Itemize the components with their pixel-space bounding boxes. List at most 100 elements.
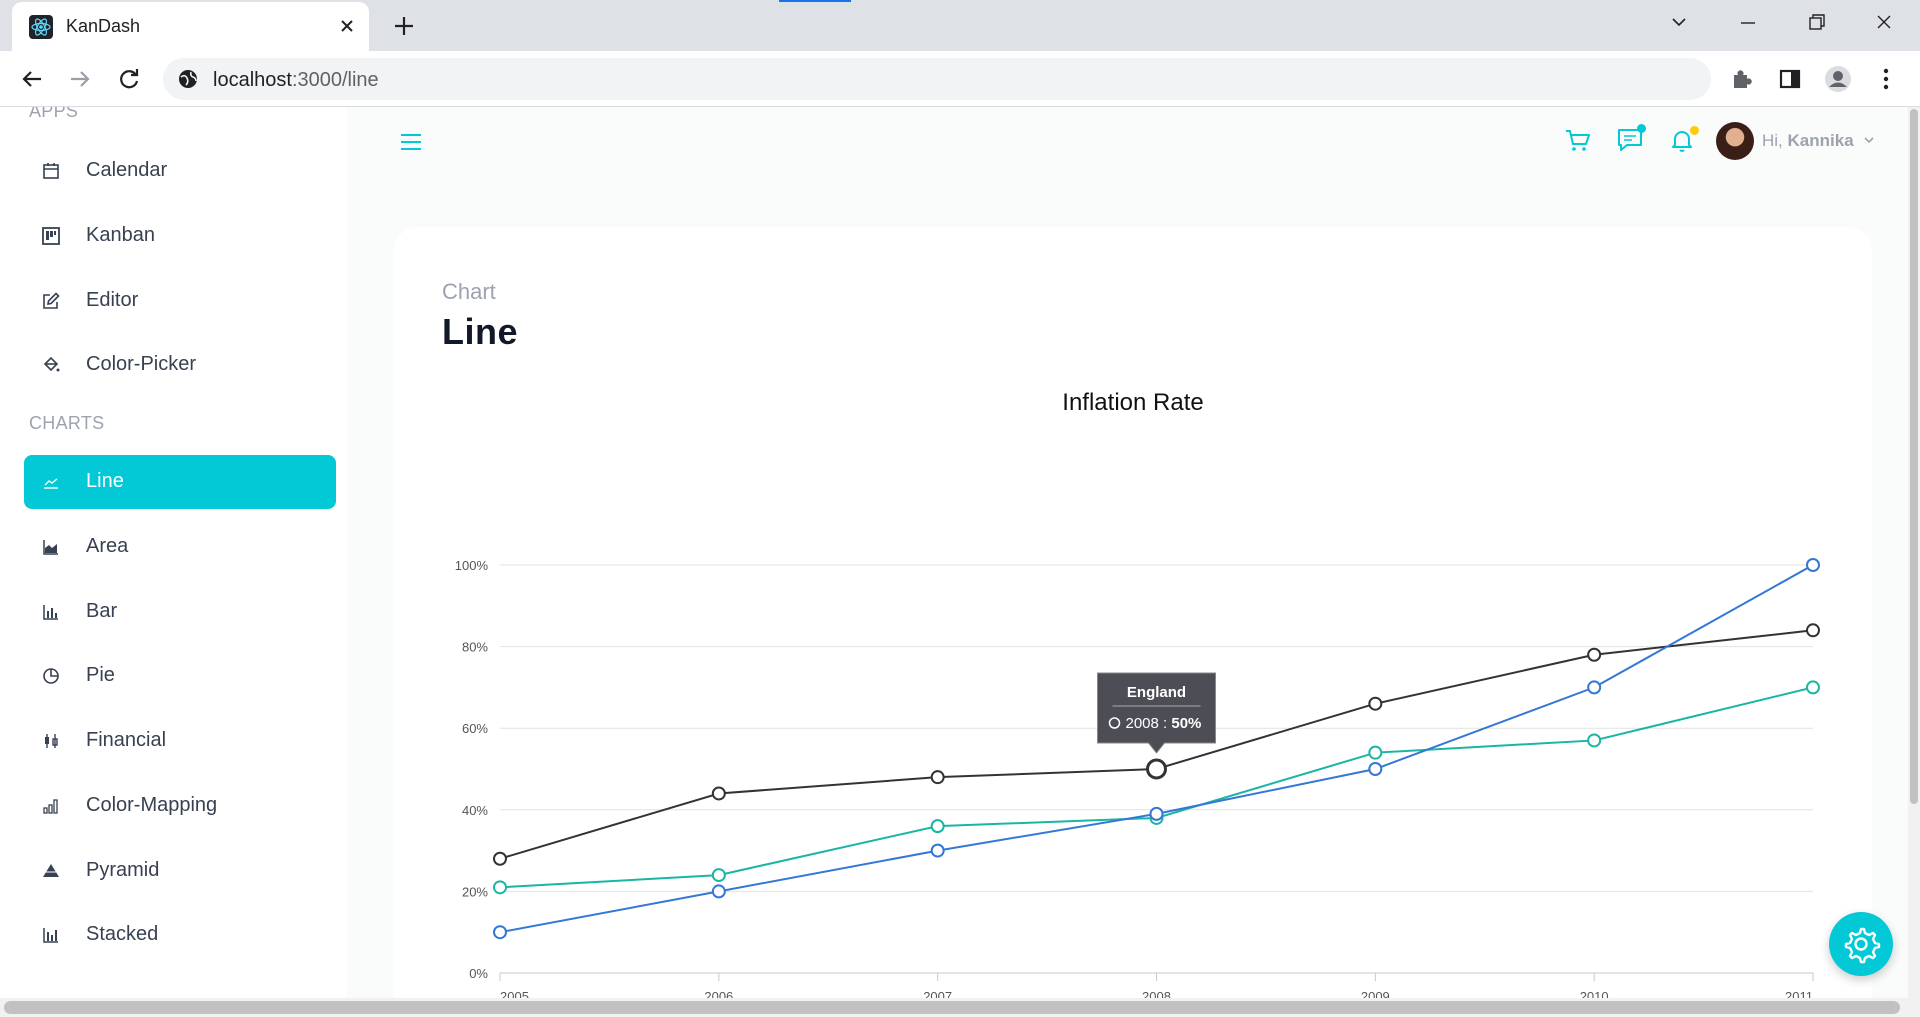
data-point-england <box>493 851 507 866</box>
browser-menu-icon[interactable] <box>1870 63 1902 95</box>
data-point-england <box>930 770 945 785</box>
back-icon[interactable] <box>16 63 48 95</box>
sidebar-item-financial[interactable]: Financial <box>24 714 336 768</box>
reload-icon[interactable] <box>113 63 145 95</box>
tab-search-icon[interactable] <box>1659 8 1699 38</box>
url-text: localhost:3000/line <box>213 69 379 91</box>
sidebar-item-bar[interactable]: Bar <box>24 585 336 639</box>
y-tick-label: 20% <box>462 884 488 899</box>
settings-gear-icon[interactable] <box>1829 912 1893 976</box>
data-point-germany <box>711 868 726 883</box>
user-greeting[interactable]: Hi, Kannika <box>1762 131 1854 151</box>
sidebar-item-editor[interactable]: Editor <box>24 274 336 328</box>
data-point-germany <box>930 819 945 834</box>
browser-tab[interactable]: KanDash <box>12 2 369 51</box>
x-tick-label: 2005 <box>500 989 529 998</box>
data-point-india <box>493 925 507 940</box>
line-chart-icon <box>42 473 60 491</box>
tab-title: KanDash <box>66 16 141 36</box>
sidebar-item-label: Financial <box>86 729 167 751</box>
sidebar-item-pyramid[interactable]: Pyramid <box>24 844 336 898</box>
y-tick-label: 60% <box>462 721 488 736</box>
sidebar-item-pie[interactable]: Pie <box>24 649 336 703</box>
sidebar-item-label: Line <box>86 470 124 492</box>
loading-indicator <box>779 0 851 2</box>
bar-chart-icon <box>42 603 60 621</box>
sidebar-item-label: Pyramid <box>86 859 160 881</box>
data-point-germany <box>1587 733 1602 748</box>
data-point-india <box>1806 558 1820 572</box>
sidebar-item-area[interactable]: Area <box>24 520 336 574</box>
x-tick-label: 2008 <box>1142 989 1171 998</box>
notification-indicator-dot <box>1690 126 1699 135</box>
color-mapping-icon <box>42 797 60 815</box>
data-point-germany <box>1368 745 1383 760</box>
sidebar-heading-charts: CHARTS <box>29 413 105 433</box>
sidebar-item-line[interactable]: Line <box>24 455 336 509</box>
data-point-england <box>1146 758 1167 780</box>
menu-icon[interactable] <box>398 129 424 155</box>
extensions-icon[interactable] <box>1726 63 1758 95</box>
sidebar-item-calendar[interactable]: Calendar <box>24 144 336 198</box>
data-point-germany <box>493 880 507 895</box>
sidebar-item-label: Calendar <box>86 159 168 181</box>
sidebar: APPS Calendar Kanban Editor Color-Picker… <box>0 107 347 998</box>
horizontal-scrollbar[interactable] <box>0 998 1920 1017</box>
data-point-england <box>711 786 726 801</box>
sidebar-item-stacked[interactable]: Stacked <box>24 908 336 962</box>
data-point-india <box>930 843 945 858</box>
cart-icon[interactable] <box>1562 124 1594 156</box>
x-tick-label: 2009 <box>1361 989 1390 998</box>
forward-icon[interactable] <box>64 63 96 95</box>
address-bar[interactable]: localhost:3000/line <box>163 58 1711 100</box>
stacked-chart-icon <box>42 926 60 944</box>
avatar[interactable] <box>1716 122 1754 160</box>
x-tick-label: 2007 <box>923 989 952 998</box>
x-tick-label: 2011 <box>1785 989 1813 998</box>
profile-icon[interactable] <box>1822 63 1854 95</box>
color-picker-icon <box>42 356 60 374</box>
chat-indicator-dot <box>1637 124 1646 133</box>
tooltip-title: England <box>1127 684 1186 701</box>
data-point-india <box>1149 806 1164 821</box>
edit-icon <box>42 292 60 310</box>
sidebar-item-label: Editor <box>86 289 139 311</box>
sidebar-item-kanban[interactable]: Kanban <box>24 209 336 263</box>
close-window-icon[interactable] <box>1864 8 1904 38</box>
y-tick-label: 100% <box>455 558 489 573</box>
vertical-scrollbar[interactable] <box>1908 107 1920 998</box>
pyramid-icon <box>42 862 60 880</box>
side-panel-icon[interactable] <box>1774 63 1806 95</box>
sidebar-item-label: Color-Picker <box>86 353 197 375</box>
app-page: APPS Calendar Kanban Editor Color-Picker… <box>0 107 1920 998</box>
sidebar-item-label: Stacked <box>86 923 159 945</box>
restore-icon[interactable] <box>1796 8 1836 38</box>
y-tick-label: 0% <box>469 966 488 981</box>
sidebar-item-label: Bar <box>86 600 118 622</box>
line-chart: 0% 20% 40% 60% 80% 100% 2005 2006 2007 2008 2009 20… <box>455 558 1820 998</box>
calendar-icon <box>42 162 60 180</box>
data-point-england <box>1806 623 1820 638</box>
financial-icon <box>42 732 60 750</box>
sidebar-item-label: Pie <box>86 664 115 686</box>
data-point-india <box>1368 762 1383 776</box>
area-chart-icon <box>42 538 60 556</box>
sidebar-item-label: Color-Mapping <box>86 794 218 816</box>
kanban-icon <box>42 227 60 245</box>
globe-icon[interactable] <box>177 68 199 90</box>
data-point-england <box>1587 647 1602 662</box>
new-tab-icon[interactable] <box>388 10 420 42</box>
sidebar-item-color-picker[interactable]: Color-Picker <box>24 338 336 392</box>
minimize-icon[interactable] <box>1728 8 1768 38</box>
browser-tab-strip: KanDash <box>0 0 1920 51</box>
chevron-down-icon[interactable] <box>1862 133 1876 147</box>
data-point-india <box>1587 680 1602 695</box>
close-tab-icon[interactable] <box>334 13 360 39</box>
tooltip-value: 2008 : 50% <box>1126 715 1202 732</box>
data-point-germany <box>1806 680 1820 695</box>
y-tick-label: 80% <box>462 640 488 655</box>
sidebar-item-color-mapping[interactable]: Color-Mapping <box>24 779 336 833</box>
data-point-india <box>711 884 726 899</box>
sidebar-item-label: Area <box>86 535 129 557</box>
pie-chart-icon <box>42 667 60 685</box>
